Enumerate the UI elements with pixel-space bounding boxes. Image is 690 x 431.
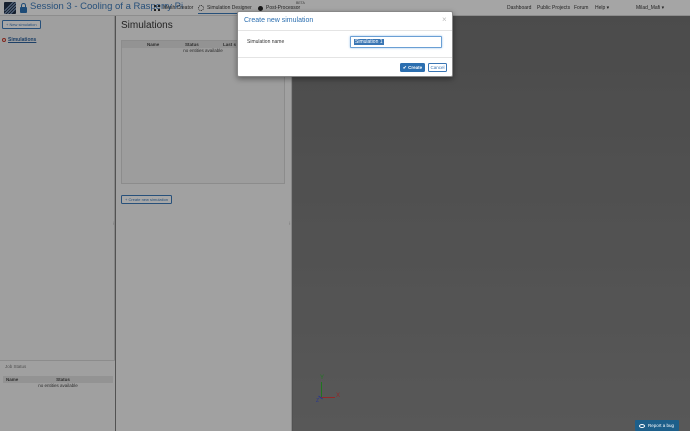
create-simulation-dialog: Create new simulation × Simulation name … [237,11,453,77]
create-button[interactable]: ✔ Create [400,63,425,72]
simulation-name-label: Simulation name [247,39,285,45]
close-icon[interactable]: × [442,16,447,24]
check-icon: ✔ [402,64,407,70]
simulation-name-input[interactable]: Simulation 1 [350,36,442,48]
create-button-label: Create [408,65,423,70]
divider [238,57,452,58]
report-bug-button[interactable]: Report a bug [635,420,679,431]
divider [238,30,452,31]
report-bug-label: Report a bug [648,423,675,428]
simulation-name-value: Simulation 1 [354,39,384,45]
cancel-button[interactable]: Cancel [428,63,447,72]
bug-icon [639,423,645,428]
dialog-title: Create new simulation [244,17,314,24]
